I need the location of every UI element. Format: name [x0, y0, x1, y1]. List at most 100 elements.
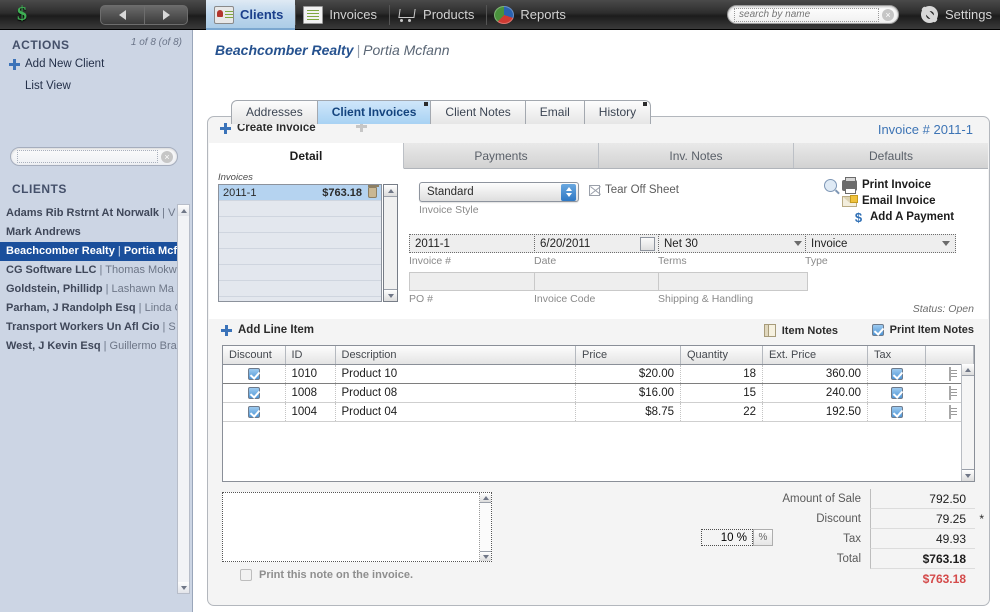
- forward-arrow-icon[interactable]: [144, 5, 187, 24]
- scroll-down-icon[interactable]: [480, 551, 491, 561]
- tear-off-checkbox-icon[interactable]: [589, 184, 600, 196]
- list-item-selected[interactable]: Beachcomber Realty | Portia Mcf: [0, 242, 182, 261]
- checkbox-icon[interactable]: [247, 367, 260, 380]
- checkbox-icon[interactable]: [247, 386, 260, 399]
- cell-description[interactable]: Product 04: [335, 402, 576, 422]
- cell-discount[interactable]: [223, 383, 286, 403]
- scroll-down-icon[interactable]: [962, 469, 974, 481]
- percent-toggle-button[interactable]: %: [753, 529, 773, 546]
- subtab-payments[interactable]: Payments: [404, 143, 599, 168]
- scroll-down-icon[interactable]: [178, 582, 189, 593]
- checkbox-icon[interactable]: [890, 367, 903, 380]
- nav-tab-clients[interactable]: Clients: [206, 0, 296, 30]
- add-payment-button[interactable]: $ Add A Payment: [824, 209, 974, 225]
- list-item[interactable]: Parham, J Randolph Esq | Linda C: [0, 299, 182, 318]
- row-menu-icon[interactable]: [948, 385, 951, 400]
- column-header-ext-price[interactable]: Ext. Price: [762, 346, 868, 365]
- chevron-down-icon[interactable]: [942, 241, 950, 246]
- cell-id[interactable]: 1008: [285, 383, 336, 403]
- cell-quantity[interactable]: 15: [680, 383, 763, 403]
- cell-description[interactable]: Product 08: [335, 383, 576, 403]
- nav-tab-invoices[interactable]: Invoices: [295, 0, 389, 30]
- discount-percent-input[interactable]: 10 %: [701, 529, 753, 546]
- scroll-up-icon[interactable]: [384, 185, 397, 197]
- tab-email[interactable]: Email: [525, 100, 585, 124]
- list-item[interactable]: West, J Kevin Esq | Guillermo Bra: [0, 337, 182, 354]
- row-menu-icon[interactable]: [948, 404, 951, 419]
- calendar-icon[interactable]: [640, 236, 655, 251]
- invoice-style-select[interactable]: Standard: [419, 182, 579, 202]
- invoice-number-input[interactable]: 2011-1: [409, 234, 537, 253]
- checkbox-icon[interactable]: [890, 405, 903, 418]
- cell-quantity[interactable]: 18: [680, 364, 763, 384]
- tear-off-sheet-option[interactable]: Tear Off Sheet: [589, 184, 679, 196]
- sidebar-search-input[interactable]: [17, 150, 158, 163]
- chevron-updown-icon[interactable]: [561, 183, 576, 201]
- cell-discount[interactable]: [223, 364, 286, 384]
- note-scrollbar[interactable]: [479, 493, 491, 561]
- scroll-down-icon[interactable]: [384, 289, 397, 301]
- tab-addresses[interactable]: Addresses: [231, 100, 318, 124]
- trash-icon[interactable]: [368, 185, 379, 198]
- subtab-inv-notes[interactable]: Inv. Notes: [599, 143, 794, 168]
- checkbox-icon[interactable]: [890, 386, 903, 399]
- table-row[interactable]: 1010 Product 10 $20.00 18 360.00: [223, 364, 974, 384]
- cell-description[interactable]: Product 10: [335, 364, 576, 384]
- tab-client-invoices[interactable]: Client Invoices: [317, 100, 432, 124]
- sidebar-scrollbar[interactable]: [177, 204, 190, 594]
- invoice-list-item[interactable]: 2011-1 $763.18: [219, 185, 381, 201]
- email-invoice-button[interactable]: Email Invoice: [824, 193, 974, 209]
- cell-quantity[interactable]: 22: [680, 402, 763, 422]
- list-view-button[interactable]: List View: [25, 80, 71, 92]
- cell-tax[interactable]: [867, 364, 926, 384]
- subtab-detail[interactable]: Detail: [209, 143, 404, 169]
- checkbox-icon[interactable]: [247, 405, 260, 418]
- invoice-type-select[interactable]: Invoice: [805, 234, 956, 253]
- invoices-list-scrollbar[interactable]: [383, 184, 398, 302]
- add-line-item-button[interactable]: Add Line Item: [221, 324, 314, 336]
- line-items-scrollbar[interactable]: [961, 364, 974, 481]
- search-input[interactable]: [734, 7, 880, 22]
- add-new-client-button[interactable]: Add New Client: [9, 58, 104, 70]
- clear-search-icon[interactable]: ×: [882, 8, 895, 21]
- nav-segment-control[interactable]: [100, 4, 188, 25]
- list-item[interactable]: Adams Rib Rstrnt At Norwalk | V: [0, 204, 182, 223]
- print-item-notes-option[interactable]: Print Item Notes: [871, 324, 974, 336]
- shipping-handling-input[interactable]: [658, 272, 808, 291]
- cell-id[interactable]: 1010: [285, 364, 336, 384]
- cell-price[interactable]: $20.00: [575, 364, 681, 384]
- cell-tax[interactable]: [867, 402, 926, 422]
- column-header-quantity[interactable]: Quantity: [680, 346, 763, 365]
- discount-percent-control[interactable]: 10 % %: [701, 529, 773, 546]
- invoice-note-textarea[interactable]: [222, 492, 492, 562]
- column-header-id[interactable]: ID: [285, 346, 336, 365]
- table-row[interactable]: 1004 Product 04 $8.75 22 192.50: [223, 402, 974, 422]
- cell-price[interactable]: $8.75: [575, 402, 681, 422]
- scroll-up-icon[interactable]: [178, 205, 189, 216]
- sidebar-search[interactable]: ×: [10, 147, 178, 166]
- cell-id[interactable]: 1004: [285, 402, 336, 422]
- invoice-terms-select[interactable]: Net 30: [658, 234, 808, 253]
- column-header-tax[interactable]: Tax: [867, 346, 926, 365]
- chevron-down-icon[interactable]: [794, 241, 802, 246]
- table-row[interactable]: 1008 Product 08 $16.00 15 240.00: [223, 383, 974, 403]
- cell-discount[interactable]: [223, 402, 286, 422]
- list-item[interactable]: Goldstein, Phillidp | Lashawn Ma: [0, 280, 182, 299]
- nav-tab-products[interactable]: Products: [389, 0, 486, 30]
- column-header-description[interactable]: Description: [335, 346, 576, 365]
- back-arrow-icon[interactable]: [101, 6, 144, 24]
- scroll-up-icon[interactable]: [480, 493, 491, 503]
- column-header-price[interactable]: Price: [575, 346, 681, 365]
- cell-price[interactable]: $16.00: [575, 383, 681, 403]
- print-note-option[interactable]: Print this note on the invoice.: [240, 569, 413, 581]
- checkbox-icon[interactable]: [240, 569, 252, 581]
- clear-sidebar-search-icon[interactable]: ×: [161, 150, 173, 163]
- list-item[interactable]: Mark Andrews: [0, 223, 182, 242]
- subtab-defaults[interactable]: Defaults: [794, 143, 988, 168]
- invoice-code-input[interactable]: [534, 272, 661, 291]
- item-notes-button[interactable]: Item Notes: [763, 324, 838, 337]
- tab-client-notes[interactable]: Client Notes: [431, 100, 526, 124]
- cell-tax[interactable]: [867, 383, 926, 403]
- list-item[interactable]: CG Software LLC | Thomas Mokw: [0, 261, 182, 280]
- search-pill[interactable]: ×: [727, 5, 900, 24]
